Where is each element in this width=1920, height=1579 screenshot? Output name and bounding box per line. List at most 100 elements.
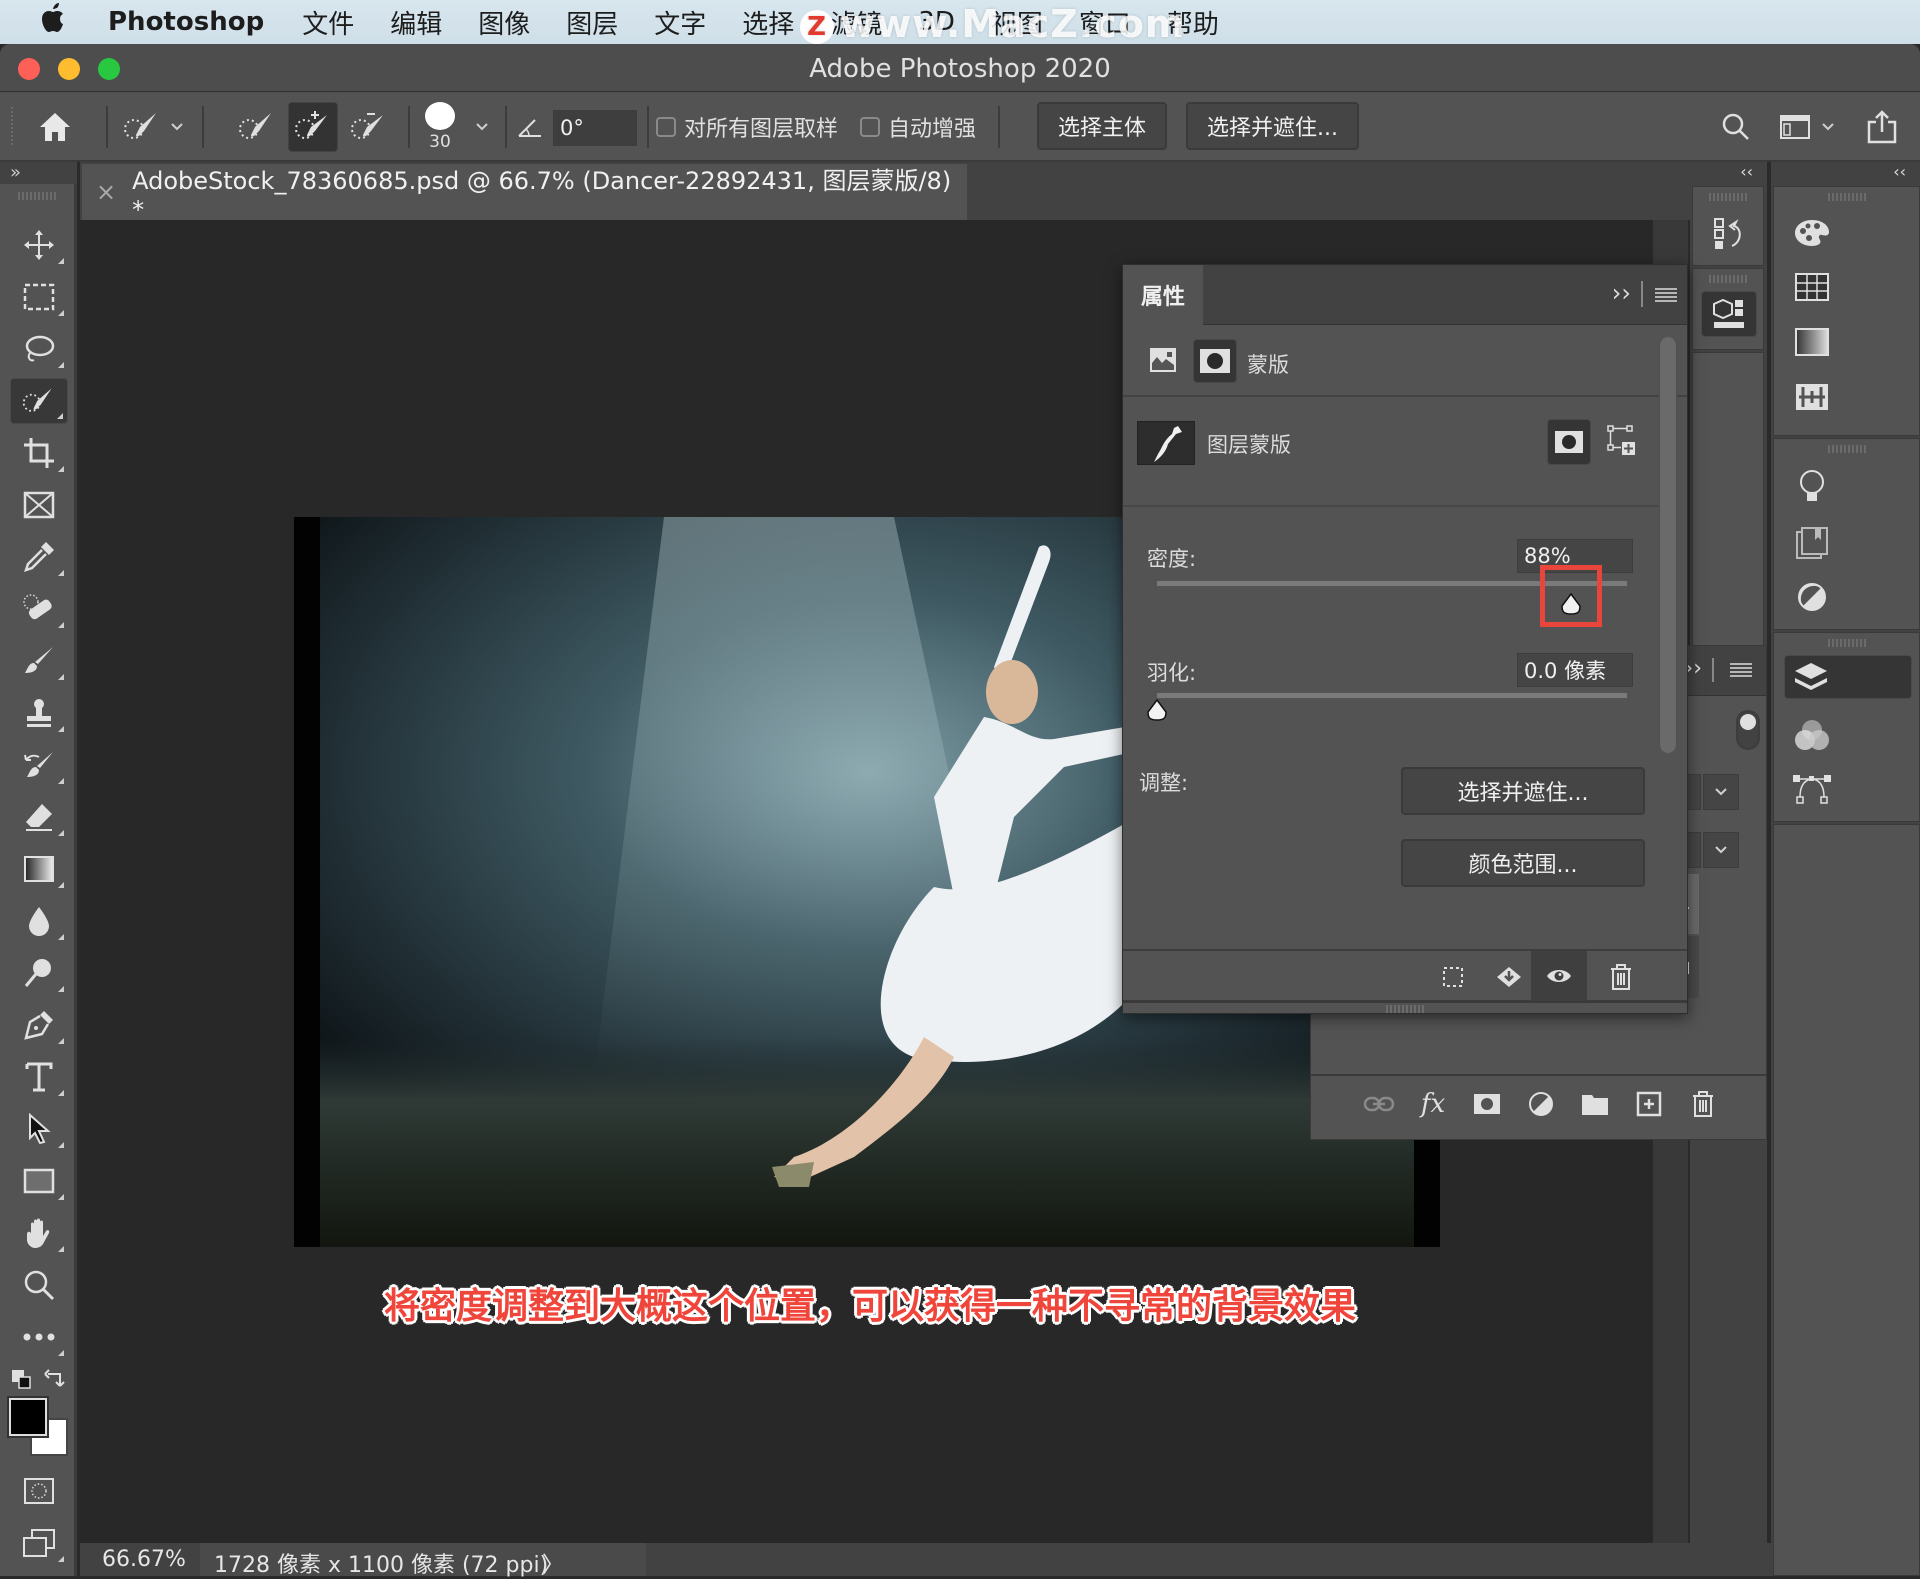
frame-tool[interactable] bbox=[10, 482, 68, 528]
mask-properties-button[interactable] bbox=[1193, 339, 1237, 383]
document-tab[interactable]: × AdobeStock_78360685.psd @ 66.7% (Dance… bbox=[82, 164, 967, 224]
search-button[interactable] bbox=[1716, 102, 1756, 152]
hand-tool[interactable] bbox=[10, 1210, 68, 1256]
brush-picker-dropdown[interactable] bbox=[470, 102, 494, 152]
properties-panel-resize-grip[interactable] bbox=[1386, 1005, 1424, 1013]
home-button[interactable] bbox=[32, 102, 78, 152]
color-range-button[interactable]: 颜色范围... bbox=[1401, 839, 1645, 887]
delete-layer-button[interactable] bbox=[1679, 1080, 1727, 1128]
feather-slider-thumb[interactable] bbox=[1146, 698, 1168, 721]
eraser-tool[interactable] bbox=[10, 794, 68, 840]
new-selection-button[interactable] bbox=[232, 102, 282, 152]
feather-input[interactable]: 0.0 像素 bbox=[1517, 653, 1633, 687]
swap-colors-button[interactable] bbox=[44, 1366, 68, 1390]
menu-type[interactable]: 文字 bbox=[654, 4, 706, 41]
scrollbar-thumb[interactable] bbox=[1660, 337, 1676, 753]
dodge-tool[interactable] bbox=[10, 950, 68, 996]
screen-mode-button[interactable] bbox=[10, 1520, 68, 1566]
auto-enhance-checkbox[interactable]: 自动增强 bbox=[860, 102, 985, 152]
checkbox-box[interactable] bbox=[860, 117, 880, 137]
filter-toggle[interactable] bbox=[1736, 710, 1760, 750]
patterns-panel-button[interactable] bbox=[1788, 373, 1836, 421]
menu-layer[interactable]: 图层 bbox=[566, 4, 618, 41]
rectangle-tool[interactable] bbox=[10, 1158, 68, 1204]
apply-mask-button[interactable] bbox=[1485, 953, 1533, 1001]
menu-file[interactable]: 文件 bbox=[302, 4, 354, 41]
sample-all-layers-checkbox[interactable]: 对所有图层取样 bbox=[656, 102, 866, 152]
menu-edit[interactable]: 编辑 bbox=[390, 4, 442, 41]
type-tool[interactable] bbox=[10, 1054, 68, 1100]
workspace-switcher[interactable] bbox=[1772, 102, 1842, 152]
layer-effects-button[interactable]: fx bbox=[1409, 1080, 1457, 1128]
path-selection-tool[interactable] bbox=[10, 1106, 68, 1152]
learn-panel-button[interactable] bbox=[1788, 463, 1836, 511]
add-vector-mask-button[interactable] bbox=[1607, 425, 1637, 461]
select-and-mask-button[interactable]: 选择并遮住... bbox=[1186, 102, 1359, 150]
tab-properties[interactable]: 属性 bbox=[1123, 265, 1203, 325]
menu-image[interactable]: 图像 bbox=[478, 4, 530, 41]
clone-stamp-tool[interactable] bbox=[10, 690, 68, 736]
gradient-tool[interactable] bbox=[10, 846, 68, 892]
brush-angle-input[interactable]: 0° bbox=[553, 110, 637, 146]
select-subject-button[interactable]: 选择主体 bbox=[1037, 102, 1167, 150]
history-brush-tool[interactable] bbox=[10, 742, 68, 788]
tool-preset-picker[interactable] bbox=[118, 102, 188, 152]
tools-panel-grip[interactable] bbox=[18, 192, 56, 200]
delete-mask-button[interactable] bbox=[1597, 953, 1645, 1001]
properties-scrollbar[interactable] bbox=[1659, 337, 1677, 753]
feather-slider-track[interactable] bbox=[1157, 693, 1627, 698]
zoom-level[interactable]: 66.67% bbox=[102, 1547, 186, 1572]
select-layer-mask-button[interactable] bbox=[1547, 419, 1591, 465]
options-bar-grip[interactable] bbox=[10, 102, 14, 152]
load-selection-from-mask-button[interactable] bbox=[1429, 953, 1477, 1001]
link-layers-button[interactable] bbox=[1355, 1080, 1403, 1128]
adjustments-panel-button[interactable] bbox=[1788, 573, 1836, 621]
close-document-button[interactable]: × bbox=[96, 178, 116, 206]
gradients-panel-button[interactable] bbox=[1788, 318, 1836, 366]
foreground-color-swatch[interactable] bbox=[7, 1396, 49, 1438]
brush-tool[interactable] bbox=[10, 638, 68, 684]
new-layer-button[interactable] bbox=[1625, 1080, 1673, 1128]
menu-select[interactable]: 选择 bbox=[742, 4, 794, 41]
blur-tool[interactable] bbox=[10, 898, 68, 944]
properties-panel-menu-icon[interactable] bbox=[1655, 287, 1677, 303]
pen-tool[interactable] bbox=[10, 1002, 68, 1048]
checkbox-box[interactable] bbox=[656, 117, 676, 137]
collapse-properties-panel-button[interactable]: ›› bbox=[1612, 279, 1631, 307]
crop-tool[interactable] bbox=[10, 430, 68, 476]
fill-dropdown[interactable] bbox=[1703, 832, 1739, 868]
rectangular-marquee-tool[interactable] bbox=[10, 274, 68, 320]
mask-thumbnail[interactable] bbox=[1137, 421, 1195, 465]
share-button[interactable] bbox=[1862, 102, 1902, 152]
channels-panel-button[interactable] bbox=[1788, 711, 1836, 759]
mask-select-and-mask-button[interactable]: 选择并遮住... bbox=[1401, 767, 1645, 815]
paths-panel-button[interactable] bbox=[1788, 765, 1836, 813]
add-to-selection-button[interactable] bbox=[288, 102, 338, 152]
move-tool[interactable] bbox=[10, 222, 68, 268]
layers-panel-menu-icon[interactable] bbox=[1730, 662, 1752, 678]
color-panel-button[interactable] bbox=[1788, 209, 1836, 257]
pixel-layer-properties-button[interactable] bbox=[1149, 347, 1177, 377]
collapse-toolbar-button[interactable]: » bbox=[0, 162, 77, 184]
default-colors-button[interactable] bbox=[10, 1368, 32, 1390]
layers-panel-button[interactable] bbox=[1784, 655, 1912, 699]
new-group-button[interactable] bbox=[1571, 1080, 1619, 1128]
history-panel-button[interactable] bbox=[1705, 209, 1753, 257]
disable-enable-mask-button[interactable] bbox=[1531, 951, 1587, 1001]
quick-selection-tool[interactable] bbox=[10, 378, 68, 424]
menu-app-name[interactable]: Photoshop bbox=[108, 7, 264, 37]
add-mask-button[interactable] bbox=[1463, 1080, 1511, 1128]
swatches-panel-button[interactable] bbox=[1788, 263, 1836, 311]
eyedropper-tool[interactable] bbox=[10, 534, 68, 580]
apple-menu-icon[interactable] bbox=[40, 2, 80, 42]
lasso-tool[interactable] bbox=[10, 326, 68, 372]
libraries-panel-button[interactable] bbox=[1788, 519, 1836, 567]
collapse-dock-1-button[interactable]: ‹‹ bbox=[1690, 162, 1767, 184]
brush-size-picker[interactable]: 30 bbox=[420, 102, 460, 152]
3d-panel-button[interactable] bbox=[1701, 291, 1757, 337]
new-adjustment-layer-button[interactable] bbox=[1517, 1080, 1565, 1128]
status-info-menu-button[interactable]: 〉 bbox=[542, 1547, 564, 1579]
subtract-from-selection-button[interactable] bbox=[344, 102, 394, 152]
quick-mask-button[interactable] bbox=[10, 1468, 68, 1514]
collapse-dock-2-button[interactable]: ‹‹ bbox=[1771, 162, 1920, 184]
